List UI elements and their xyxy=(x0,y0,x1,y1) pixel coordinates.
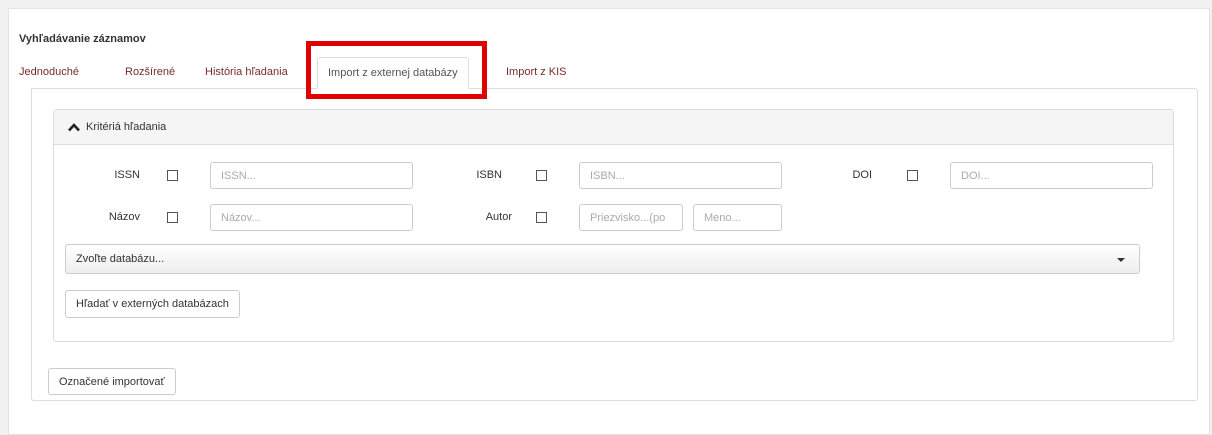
doi-checkbox[interactable] xyxy=(907,170,918,181)
author-surname-input[interactable] xyxy=(579,204,683,231)
tab-search-history[interactable]: História hľadania xyxy=(205,57,288,89)
import-marked-button[interactable]: Označené importovať xyxy=(48,368,176,395)
tab-bar: Jednoduché Rozšírené História hľadania I… xyxy=(9,57,1209,89)
tab-simple[interactable]: Jednoduché xyxy=(19,57,79,89)
search-page: Vyhľadávanie záznamov Jednoduché Rozšíre… xyxy=(8,8,1210,435)
isbn-checkbox[interactable] xyxy=(536,170,547,181)
title-input[interactable] xyxy=(210,204,413,231)
caret-down-icon xyxy=(1117,258,1125,262)
panel-title: Kritériá hľadania xyxy=(86,121,167,133)
tab-import-kis[interactable]: Import z KIS xyxy=(506,57,567,89)
tab-advanced[interactable]: Rozšírené xyxy=(125,57,175,89)
tab-import-external-database[interactable]: Import z externej databázy xyxy=(317,57,469,89)
isbn-input[interactable] xyxy=(579,162,782,189)
author-name-input[interactable] xyxy=(693,204,782,231)
database-select[interactable]: Zvoľte databázu... xyxy=(65,244,1140,274)
doi-input[interactable] xyxy=(950,162,1153,189)
title-label: Názov xyxy=(108,211,140,223)
search-criteria-panel: Kritériá hľadania ISSN ISBN DOI Názov Au… xyxy=(53,109,1174,342)
author-checkbox[interactable] xyxy=(536,212,547,223)
tab-content: Kritériá hľadania ISSN ISBN DOI Názov Au… xyxy=(31,88,1198,401)
panel-heading[interactable]: Kritériá hľadania xyxy=(54,110,1173,145)
issn-label: ISSN xyxy=(114,169,140,181)
author-label: Autor xyxy=(485,211,512,223)
database-select-value: Zvoľte databázu... xyxy=(76,253,165,265)
chevron-up-icon xyxy=(68,122,86,132)
page-title: Vyhľadávanie záznamov xyxy=(19,33,146,45)
issn-input[interactable] xyxy=(210,162,413,189)
title-checkbox[interactable] xyxy=(167,212,178,223)
search-external-databases-button[interactable]: Hľadať v externých databázach xyxy=(65,290,240,318)
issn-checkbox[interactable] xyxy=(167,170,178,181)
doi-label: DOI xyxy=(852,169,872,181)
isbn-label: ISBN xyxy=(476,169,502,181)
